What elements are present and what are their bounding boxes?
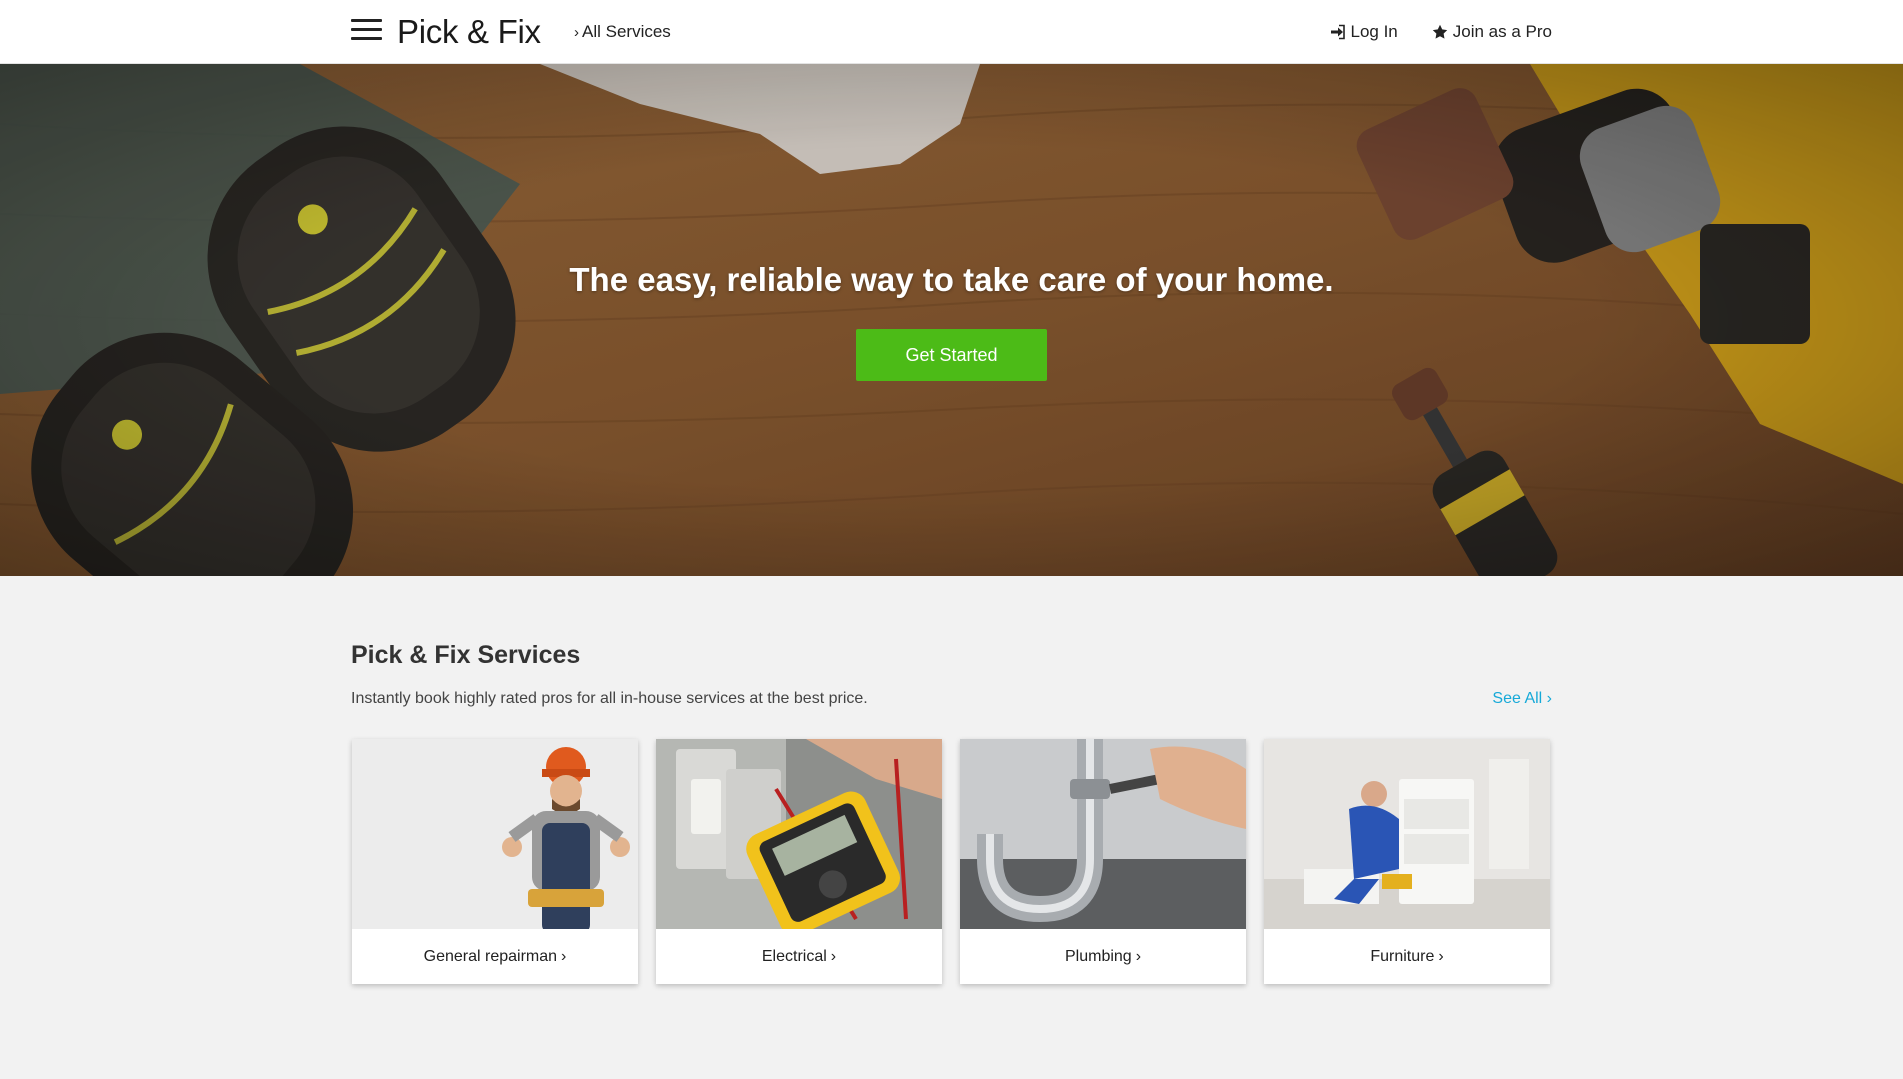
services-title: Pick & Fix Services <box>351 641 581 669</box>
hero-title: The easy, reliable way to take care of y… <box>569 261 1334 298</box>
services-card-list: General repairman › Electrical › Plumbin… <box>352 739 1550 984</box>
login-link[interactable]: Log In <box>1330 22 1398 42</box>
service-card-label: Furniture › <box>1264 929 1550 984</box>
top-navbar: Pick & Fix › All Services Log In Join as … <box>0 0 1903 64</box>
service-card-furniture[interactable]: Furniture › <box>1264 739 1550 984</box>
chevron-right-icon: › <box>1438 947 1444 965</box>
service-card-general-repairman[interactable]: General repairman › <box>352 739 638 984</box>
plumbing-label: Plumbing <box>1064 947 1132 965</box>
service-card-label: Electrical › <box>656 929 942 984</box>
login-label: Log In <box>1350 22 1398 41</box>
services-subtitle: Instantly book highly rated pros for all… <box>351 690 868 707</box>
all-services-label: All Services <box>582 22 671 41</box>
furniture-label: Furniture <box>1370 947 1435 965</box>
sign-in-icon <box>1330 24 1345 40</box>
chevron-right-icon: › <box>574 24 579 41</box>
chevron-right-icon: › <box>1135 947 1142 965</box>
brand-logo[interactable]: Pick & Fix <box>397 12 541 52</box>
join-pro-label: Join as a Pro <box>1452 22 1552 41</box>
chevron-right-icon: › <box>1546 690 1552 707</box>
general-repairman-image <box>352 739 638 929</box>
general-repairman-label: General repairman <box>423 947 558 965</box>
chevron-right-icon: › <box>561 947 567 965</box>
menu-icon[interactable] <box>351 18 382 42</box>
service-card-label: General repairman › <box>352 929 638 984</box>
service-card-electrical[interactable]: Electrical › <box>656 739 942 984</box>
see-all-link[interactable]: See All › <box>1492 689 1552 709</box>
electrical-label: Electrical <box>761 947 827 965</box>
service-card-plumbing[interactable]: Plumbing › <box>960 739 1246 984</box>
hero-background-image <box>0 64 1903 576</box>
header-actions: Log In Join as a Pro <box>1330 22 1552 42</box>
hero-banner: The easy, reliable way to take care of y… <box>0 64 1903 576</box>
see-all-label: See All <box>1492 690 1543 707</box>
get-started-button[interactable]: Get Started <box>856 329 1047 381</box>
furniture-image <box>1264 739 1550 929</box>
electrical-image <box>656 739 942 929</box>
all-services-link[interactable]: › All Services <box>574 22 671 43</box>
service-card-label: Plumbing › <box>960 929 1246 984</box>
star-icon <box>1432 24 1447 39</box>
join-pro-link[interactable]: Join as a Pro <box>1432 22 1552 42</box>
chevron-right-icon: › <box>830 947 837 965</box>
plumbing-image <box>960 739 1246 929</box>
